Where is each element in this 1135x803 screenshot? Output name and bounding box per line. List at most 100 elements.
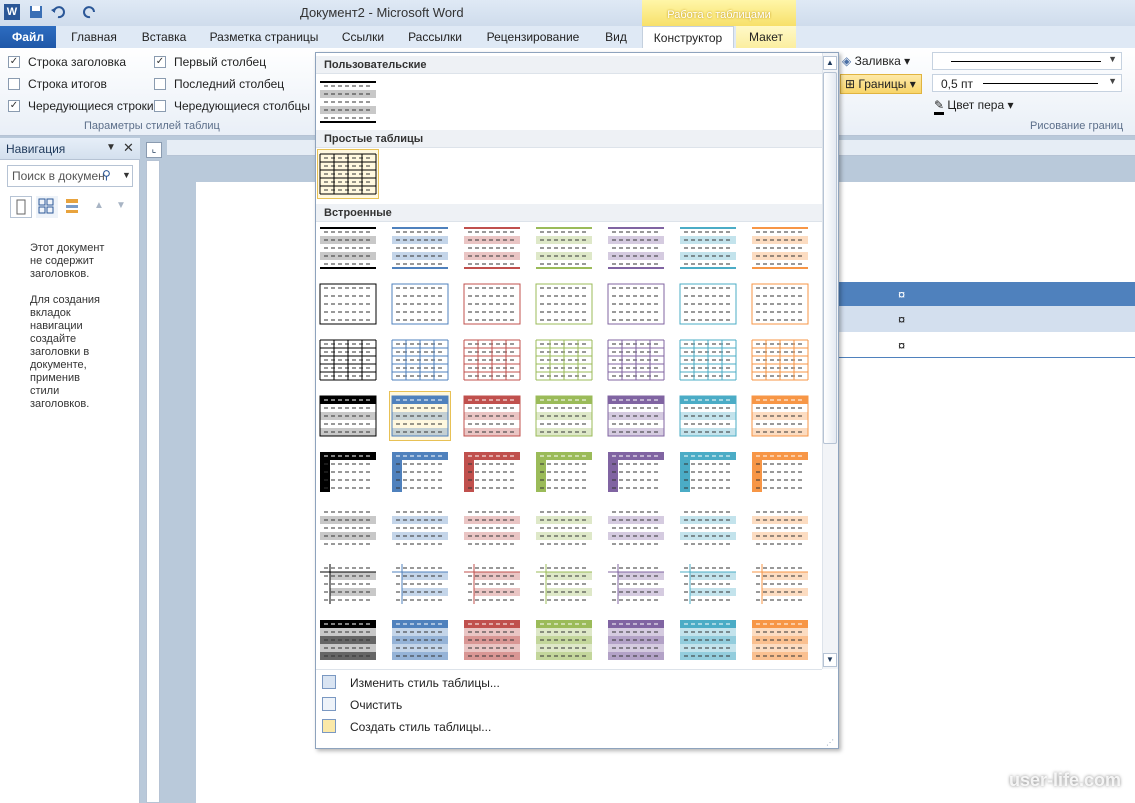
table-style-swatch[interactable] [318, 392, 378, 440]
tab-file[interactable]: Файл [0, 26, 56, 48]
clear-style-item[interactable]: Очистить [316, 694, 822, 716]
tab-review[interactable]: Рецензирование [478, 26, 588, 48]
tab-view[interactable]: Вид [596, 26, 636, 48]
table-style-swatch[interactable] [318, 336, 378, 384]
table-style-swatch[interactable] [534, 336, 594, 384]
table-style-swatch[interactable] [678, 224, 738, 272]
table-style-swatch[interactable] [678, 560, 738, 608]
table-style-swatch[interactable] [318, 280, 378, 328]
resize-grip-icon[interactable]: ⋰ [826, 738, 834, 747]
scroll-thumb[interactable] [823, 72, 837, 444]
tab-page-layout[interactable]: Разметка страницы [204, 26, 324, 48]
scroll-up-icon[interactable]: ▲ [823, 56, 837, 70]
line-style-dropdown[interactable]: ▼ [932, 52, 1122, 70]
tab-home[interactable]: Главная [62, 26, 126, 48]
table-style-swatch[interactable] [534, 560, 594, 608]
chevron-down-icon[interactable]: ▼ [122, 170, 131, 180]
search-icon[interactable]: ⚲ [102, 168, 111, 182]
header-row-checkbox[interactable]: ✓ Строка заголовка [8, 54, 126, 70]
table-style-swatch[interactable] [534, 392, 594, 440]
table-style-swatch[interactable] [750, 448, 810, 496]
table-style-swatch[interactable] [462, 448, 522, 496]
table-style-swatch[interactable] [606, 616, 666, 664]
table-style-swatch[interactable] [606, 392, 666, 440]
table-style-swatch[interactable] [462, 560, 522, 608]
table-row[interactable] [836, 306, 1135, 332]
table-style-swatch[interactable] [678, 392, 738, 440]
headings-view-icon[interactable] [10, 196, 32, 218]
table-style-swatch[interactable] [318, 448, 378, 496]
table-style-swatch[interactable] [390, 280, 450, 328]
table-style-swatch[interactable] [390, 448, 450, 496]
table-style-swatch[interactable] [462, 224, 522, 272]
scroll-down-icon[interactable]: ▼ [823, 653, 837, 667]
pages-view-icon[interactable] [36, 196, 58, 218]
table-style-swatch[interactable] [534, 224, 594, 272]
table-style-swatch[interactable] [534, 448, 594, 496]
banded-rows-checkbox[interactable]: ✓ Чередующиеся строки [8, 98, 154, 114]
shading-button[interactable]: ◈ Заливка ▾ [842, 54, 926, 70]
table-style-swatch[interactable] [750, 504, 810, 552]
search-input[interactable]: Поиск в докумен [7, 165, 133, 187]
borders-button[interactable]: ⊞ Границы ▾ [840, 74, 922, 94]
next-arrow-icon[interactable]: ▼ [116, 200, 126, 211]
first-column-checkbox[interactable]: ✓ Первый столбец [154, 54, 266, 70]
tab-mailings[interactable]: Рассылки [400, 26, 470, 48]
table-style-swatch[interactable] [750, 392, 810, 440]
table-style-swatch[interactable] [606, 560, 666, 608]
previous-arrow-icon[interactable]: ▲ [94, 200, 104, 211]
table-style-swatch[interactable] [462, 616, 522, 664]
table-style-swatch[interactable] [750, 560, 810, 608]
banded-columns-checkbox[interactable]: Чередующиеся столбцы [154, 98, 310, 114]
table-style-swatch[interactable] [462, 280, 522, 328]
table-row[interactable] [836, 332, 1135, 358]
tab-selector-icon[interactable]: ⌞ [146, 142, 162, 158]
tab-insert[interactable]: Вставка [132, 26, 196, 48]
save-icon[interactable] [28, 4, 44, 20]
table-style-swatch[interactable] [678, 336, 738, 384]
table-style-swatch[interactable] [390, 616, 450, 664]
table-style-swatch[interactable] [678, 616, 738, 664]
table-style-swatch[interactable] [534, 280, 594, 328]
table-style-swatch[interactable] [317, 149, 379, 199]
table-style-swatch[interactable] [318, 78, 378, 126]
vertical-ruler[interactable] [146, 160, 160, 803]
table-style-swatch[interactable] [462, 392, 522, 440]
table-style-swatch[interactable] [462, 504, 522, 552]
table-style-swatch[interactable] [318, 224, 378, 272]
modify-style-item[interactable]: Изменить стиль таблицы... [316, 672, 822, 694]
pane-options-icon[interactable]: ▼ [106, 142, 116, 153]
close-icon[interactable]: ✕ [123, 140, 134, 156]
table-style-swatch[interactable] [606, 224, 666, 272]
redo-icon[interactable] [82, 4, 98, 20]
table-style-swatch[interactable] [606, 448, 666, 496]
table-style-swatch[interactable] [750, 224, 810, 272]
last-column-checkbox[interactable]: Последний столбец [154, 76, 284, 92]
table-style-swatch[interactable] [318, 504, 378, 552]
table-style-swatch[interactable] [318, 560, 378, 608]
results-view-icon[interactable] [62, 196, 84, 218]
table-header-row[interactable] [836, 282, 1135, 306]
table-style-swatch[interactable] [534, 504, 594, 552]
tab-layout[interactable]: Макет [736, 26, 796, 48]
table-style-swatch[interactable] [462, 336, 522, 384]
table-style-swatch[interactable] [750, 280, 810, 328]
table-style-swatch[interactable] [606, 336, 666, 384]
table-style-swatch[interactable] [606, 280, 666, 328]
tab-design[interactable]: Конструктор [642, 26, 734, 49]
table-style-swatch[interactable] [750, 336, 810, 384]
table-style-swatch[interactable] [389, 391, 451, 441]
table-style-swatch[interactable] [390, 560, 450, 608]
table-style-swatch[interactable] [678, 280, 738, 328]
tab-references[interactable]: Ссылки [330, 26, 396, 48]
undo-icon[interactable] [50, 4, 66, 20]
line-weight-dropdown[interactable]: 0,5 пт ▼ [932, 74, 1122, 92]
table-style-swatch[interactable] [318, 616, 378, 664]
pen-color-button[interactable]: ✎ Цвет пера ▾ [934, 98, 1034, 115]
table-style-swatch[interactable] [750, 616, 810, 664]
new-style-item[interactable]: Создать стиль таблицы... [316, 716, 822, 738]
table-style-swatch[interactable] [390, 336, 450, 384]
table-style-swatch[interactable] [606, 504, 666, 552]
table-style-swatch[interactable] [390, 504, 450, 552]
table-style-swatch[interactable] [678, 504, 738, 552]
